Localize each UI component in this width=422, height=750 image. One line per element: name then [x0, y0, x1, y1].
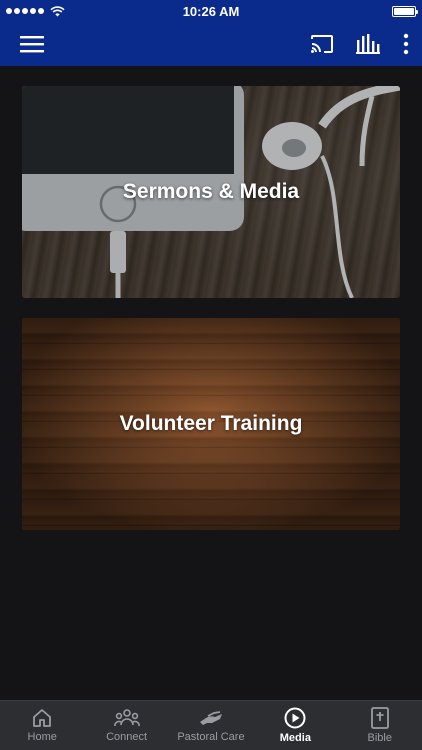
tab-label: Media: [279, 732, 311, 744]
tab-home[interactable]: Home: [0, 708, 84, 743]
volunteer-training-card[interactable]: Volunteer Training: [22, 318, 400, 530]
helping-hand-icon: [199, 711, 222, 725]
audio-bars-icon: [356, 34, 380, 54]
app-bar-actions: [310, 33, 410, 55]
status-left: [6, 5, 65, 17]
play-circle-icon: [284, 707, 306, 729]
tab-label: Bible: [367, 732, 392, 744]
home-icon: [33, 709, 52, 727]
signal-strength-icon: [6, 8, 44, 14]
tab-label: Pastoral Care: [177, 731, 245, 743]
tab-media[interactable]: Media: [253, 707, 337, 744]
tab-label: Home: [27, 731, 57, 743]
tab-pastoral-care[interactable]: Pastoral Care: [169, 708, 253, 743]
app-bar: [0, 22, 422, 66]
wifi-icon: [50, 5, 65, 16]
card-title: Volunteer Training: [119, 412, 303, 435]
audio-button[interactable]: [356, 34, 380, 54]
bible-icon: [370, 707, 389, 729]
cast-icon: [311, 35, 333, 53]
people-icon: [113, 709, 140, 727]
card-title: Sermons & Media: [122, 180, 300, 203]
hamburger-menu-icon: [20, 36, 44, 53]
tab-connect[interactable]: Connect: [85, 708, 169, 743]
media-card-list: Sermons & Media Volunteer Training: [22, 86, 400, 550]
menu-button[interactable]: [20, 35, 44, 53]
tab-bible[interactable]: Bible: [338, 707, 422, 744]
more-button[interactable]: [402, 33, 410, 55]
more-vertical-icon: [403, 33, 409, 55]
bottom-tab-bar: Home Connect Pastoral Care Media Bible: [0, 700, 422, 750]
cast-button[interactable]: [310, 34, 334, 54]
tab-label: Connect: [106, 731, 148, 743]
sermons-media-card[interactable]: Sermons & Media: [22, 86, 400, 298]
battery-icon: [392, 5, 418, 17]
status-bar: 10:26 AM: [0, 0, 422, 22]
